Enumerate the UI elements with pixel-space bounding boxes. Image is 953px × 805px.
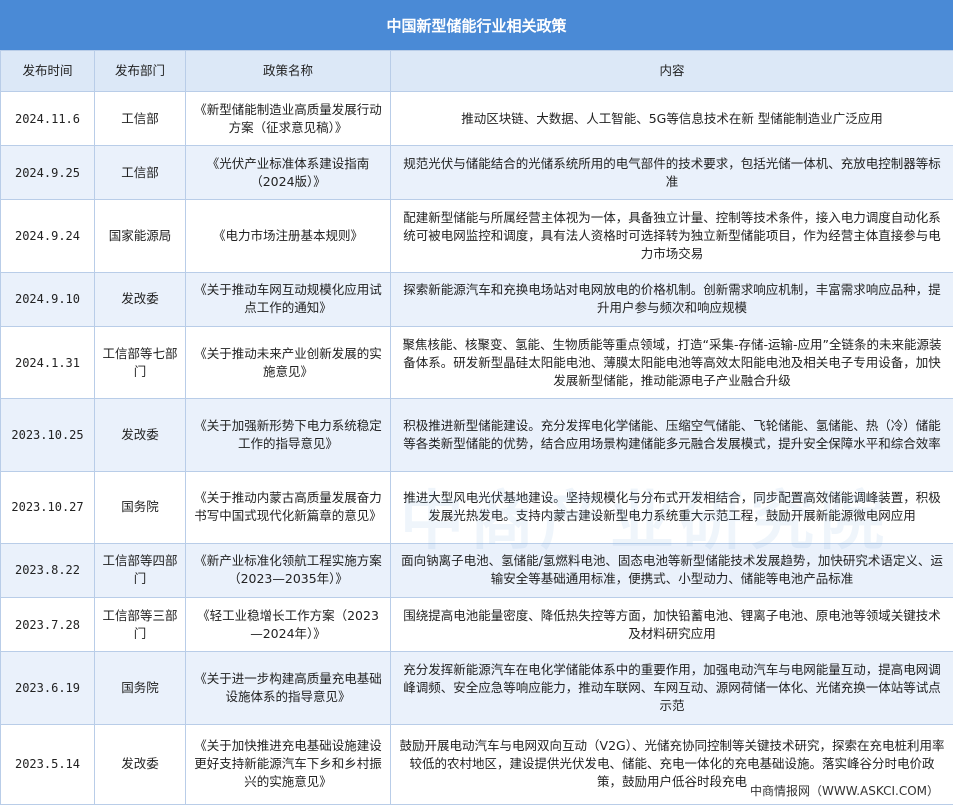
cell-date: 2023.7.28 (0, 597, 95, 653)
cell-content: 推进大型风电光伏基地建设。坚持规模化与分布式开发相结合，同步配置高效储能调峰装置… (390, 470, 953, 544)
cell-dept: 国家能源局 (94, 199, 186, 273)
cell-date: 2023.10.25 (0, 398, 95, 472)
header-content: 内容 (390, 50, 953, 92)
header-dept: 发布部门 (94, 50, 186, 92)
cell-dept: 发改委 (94, 398, 186, 472)
cell-policy-name: 《关于推动未来产业创新发展的实施意见》 (185, 325, 391, 400)
cell-date: 2024.11.6 (0, 90, 95, 147)
cell-dept: 工信部等四部门 (94, 542, 186, 599)
cell-policy-name: 《关于加快推进充电基础设施建设更好支持新能源汽车下乡和乡村振兴的实施意见》 (185, 723, 391, 805)
cell-date: 2023.5.14 (0, 723, 95, 805)
source-footer: 中商情报网（WWW.ASKCI.COM） (750, 784, 939, 798)
table-row: 2023.8.22 工信部等四部门 《新产业标准化领航工程实施方案（2023—203… (0, 542, 953, 599)
header-policy-name: 政策名称 (185, 50, 391, 92)
cell-policy-name: 《光伏产业标准体系建设指南（2024版）》 (185, 145, 391, 201)
table-row: 2023.10.27 国务院 《关于推动内蒙古高质量发展奋力书写中国式现代化新篇章的… (0, 470, 953, 544)
table-row: 2024.9.10 发改委 《关于推动车网互动规模化应用试点工作的通知》 探索新能源汽… (0, 271, 953, 327)
cell-dept: 工信部等七部门 (94, 325, 186, 400)
cell-policy-name: 《关于推动车网互动规模化应用试点工作的通知》 (185, 271, 391, 327)
cell-date: 2024.9.25 (0, 145, 95, 201)
cell-date: 2024.1.31 (0, 325, 95, 400)
cell-date: 2024.9.24 (0, 199, 95, 273)
header-row: 发布时间 发布部门 政策名称 内容 (0, 50, 953, 92)
cell-dept: 国务院 (94, 470, 186, 544)
cell-dept: 发改委 (94, 271, 186, 327)
cell-content: 聚焦核能、核聚变、氢能、生物质能等重点领域，打造“采集-存储-运输-应用”全链条… (390, 325, 953, 400)
cell-policy-name: 《电力市场注册基本规则》 (185, 199, 391, 273)
cell-policy-name: 《关于推动内蒙古高质量发展奋力书写中国式现代化新篇章的意见》 (185, 470, 391, 544)
cell-policy-name: 《关于进一步构建高质量充电基础设施体系的指导意见》 (185, 651, 391, 725)
table-row: 2023.6.19 国务院 《关于进一步构建高质量充电基础设施体系的指导意见》 充分发… (0, 651, 953, 725)
cell-dept: 工信部 (94, 90, 186, 147)
cell-content: 充分发挥新能源汽车在电化学储能体系中的重要作用，加强电动汽车与电网能量互动，提高… (390, 651, 953, 725)
cell-content: 面向钠离子电池、氢储能/氢燃料电池、固态电池等新型储能技术发展趋势，加快研究术语… (390, 542, 953, 599)
cell-content: 积极推进新型储能建设。充分发挥电化学储能、压缩空气储能、飞轮储能、氢储能、热（冷… (390, 398, 953, 472)
cell-date: 2023.8.22 (0, 542, 95, 599)
cell-policy-name: 《关于加强新形势下电力系统稳定工作的指导意见》 (185, 398, 391, 472)
table-row: 2024.9.25 工信部 《光伏产业标准体系建设指南（2024版）》 规范光伏与储能… (0, 145, 953, 201)
cell-content: 探索新能源汽车和充换电场站对电网放电的价格机制。创新需求响应机制，丰富需求响应品… (390, 271, 953, 327)
cell-content: 推动区块链、大数据、人工智能、5G等信息技术在新 型储能制造业广泛应用 (390, 90, 953, 147)
policy-table: 发布时间 发布部门 政策名称 内容 2024.11.6 工信部 《新型储能制造业高质… (0, 50, 953, 805)
table-row: 2024.11.6 工信部 《新型储能制造业高质量发展行动方案（征求意见稿）》 推动区… (0, 90, 953, 147)
table-row: 2023.10.25 发改委 《关于加强新形势下电力系统稳定工作的指导意见》 积极推进… (0, 398, 953, 472)
table-title: 中国新型储能行业相关政策 (0, 0, 953, 50)
cell-content: 配建新型储能与所属经营主体视为一体，具备独立计量、控制等技术条件，接入电力调度自… (390, 199, 953, 273)
cell-policy-name: 《轻工业稳增长工作方案（2023—2024年）》 (185, 597, 391, 653)
cell-dept: 工信部等三部门 (94, 597, 186, 653)
table-row: 2024.9.24 国家能源局 《电力市场注册基本规则》 配建新型储能与所属经营主体视… (0, 199, 953, 273)
cell-content: 规范光伏与储能结合的光储系统所用的电气部件的技术要求，包括光储一体机、充放电控制… (390, 145, 953, 201)
header-date: 发布时间 (0, 50, 95, 92)
cell-date: 2023.10.27 (0, 470, 95, 544)
cell-date: 2023.6.19 (0, 651, 95, 725)
cell-date: 2024.9.10 (0, 271, 95, 327)
cell-dept: 工信部 (94, 145, 186, 201)
cell-dept: 国务院 (94, 651, 186, 725)
cell-dept: 发改委 (94, 723, 186, 805)
cell-policy-name: 《新产业标准化领航工程实施方案（2023—2035年）》 (185, 542, 391, 599)
table-row: 2024.1.31 工信部等七部门 《关于推动未来产业创新发展的实施意见》 聚焦核能、… (0, 325, 953, 400)
cell-content: 围绕提高电池能量密度、降低热失控等方面，加快铅蓄电池、锂离子电池、原电池等领域关… (390, 597, 953, 653)
table-row: 2023.7.28 工信部等三部门 《轻工业稳增长工作方案（2023—2024年）》… (0, 597, 953, 653)
cell-policy-name: 《新型储能制造业高质量发展行动方案（征求意见稿）》 (185, 90, 391, 147)
